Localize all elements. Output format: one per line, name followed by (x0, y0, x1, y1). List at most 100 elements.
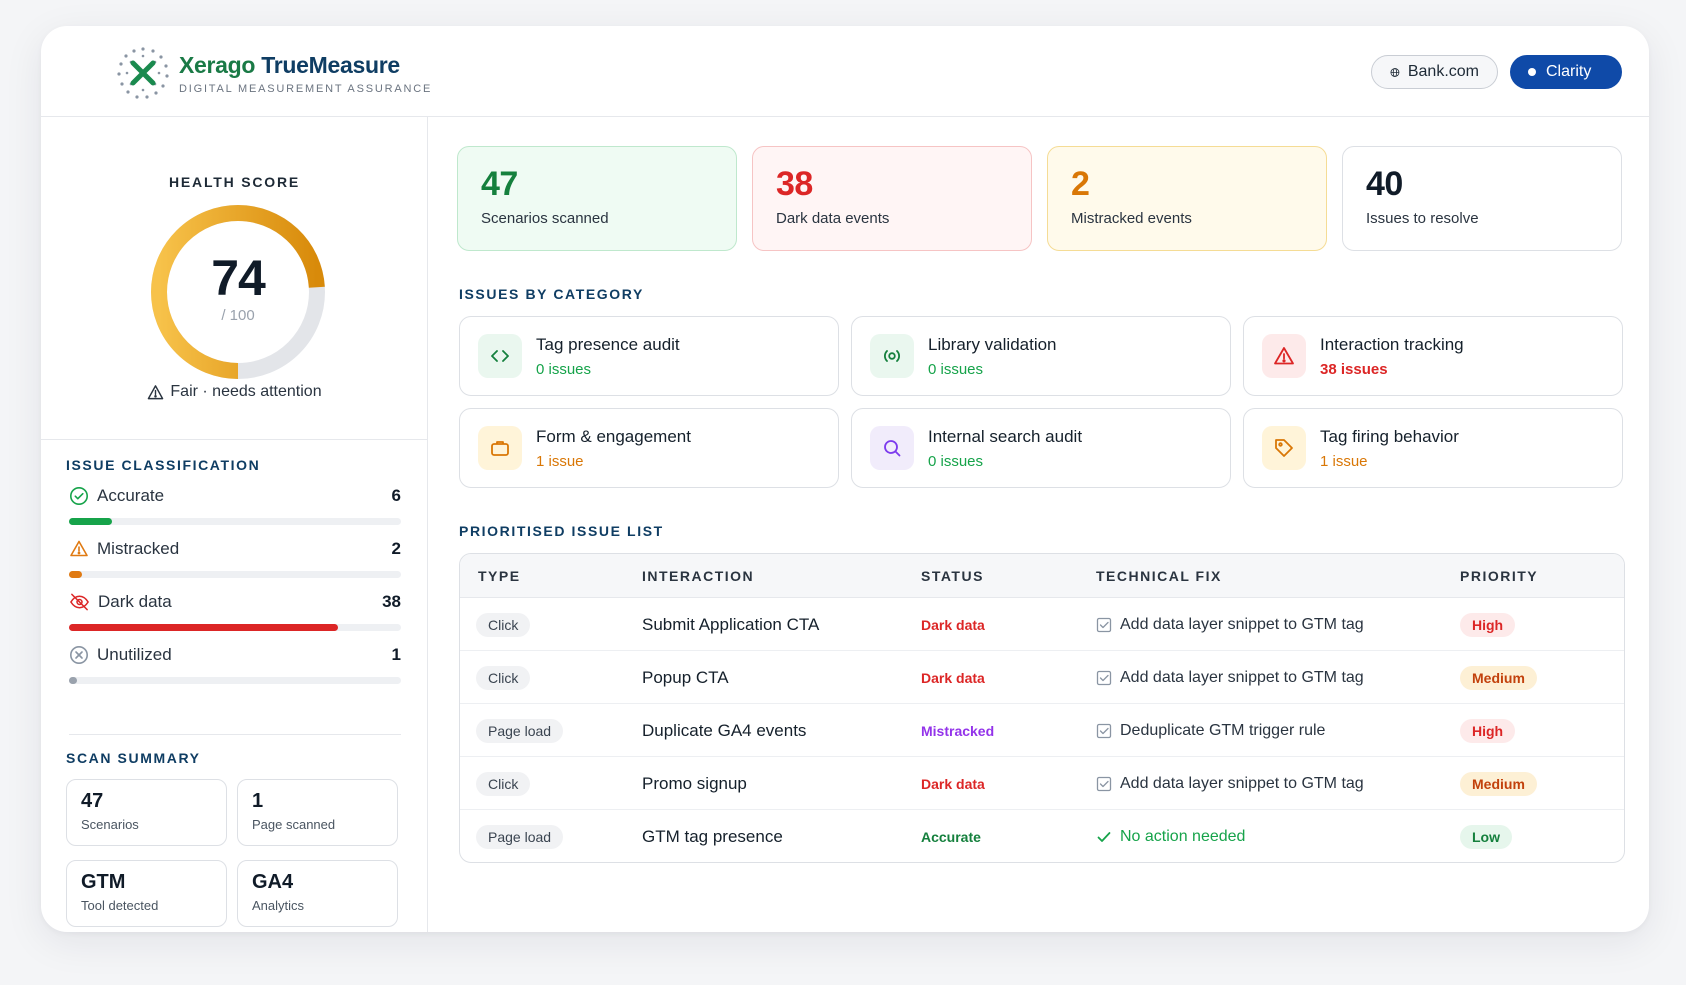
scan-summary-analytics: GA4 Analytics (237, 860, 398, 927)
interaction-name: GTM tag presence (642, 826, 783, 846)
classification-bar-fill (69, 677, 78, 684)
stat-value: 38 (776, 165, 813, 203)
category-name: Tag firing behavior (1320, 426, 1459, 446)
stat-value: 47 (481, 165, 518, 203)
stat-label: Dark data events (776, 210, 890, 227)
classification-count: 6 (391, 486, 401, 505)
health-score-denominator: / 100 (221, 307, 255, 324)
checkbox-icon (1096, 723, 1112, 738)
technical-fix-text: Add data layer snippet to GTM tag (1120, 668, 1364, 686)
column-header-type: TYPE (478, 568, 521, 584)
classification-bar-fill (69, 624, 338, 631)
brand-subtitle: DIGITAL MEASUREMENT ASSURANCE (179, 82, 433, 95)
health-status: Fair · needs attention (41, 383, 428, 401)
table-row[interactable]: Click Submit Application CTA Dark data Add … (460, 598, 1624, 651)
checkbox-icon (1096, 776, 1112, 791)
technical-fix-text: Deduplicate GTM trigger rule (1120, 721, 1326, 739)
interaction-name: Popup CTA (642, 667, 729, 687)
clarity-button[interactable]: Clarity (1510, 55, 1622, 89)
classification-count: 1 (391, 645, 401, 664)
site-button[interactable]: Bank.com (1371, 55, 1498, 89)
table-row[interactable]: Click Popup CTA Dark data Add data layer sn… (460, 651, 1624, 704)
technical-fix-text: Add data layer snippet to GTM tag (1120, 774, 1364, 792)
x-circle-icon (70, 646, 88, 664)
stat-label: Mistracked events (1071, 210, 1192, 227)
site-button-label: Bank.com (1407, 63, 1479, 80)
issue-table: TYPE INTERACTION STATUS TECHNICAL FIX PR… (459, 553, 1625, 863)
issues-by-category-title: ISSUES BY CATEGORY (459, 286, 644, 302)
type-badge: Click (476, 665, 531, 690)
check-circle-icon (70, 487, 88, 505)
health-score-value: 74 (211, 250, 266, 306)
table-row[interactable]: Page load Duplicate GA4 events Mistracked D… (460, 704, 1624, 757)
category-form-engagement[interactable]: Form & engagement 1 issue (459, 408, 839, 488)
type-badge: Click (476, 771, 531, 796)
column-header-technical-fix: TECHNICAL FIX (1096, 568, 1222, 584)
brand-name: Xerago TrueMeasure (179, 51, 400, 78)
stat-card-issues[interactable]: 40 Issues to resolve (1342, 146, 1622, 251)
classification-bar (69, 677, 401, 684)
warning-icon (70, 540, 88, 557)
table-row[interactable]: Click Promo signup Dark data Add data layer… (460, 757, 1624, 810)
priority-badge: High (1460, 718, 1516, 743)
category-name: Interaction tracking (1320, 334, 1464, 354)
category-tag-presence[interactable]: Tag presence audit 0 issues (459, 316, 839, 396)
stat-label: Issues to resolve (1366, 210, 1479, 227)
scan-summary-label: Scenarios (81, 817, 139, 832)
scan-summary-value: 47 (81, 790, 104, 812)
stat-value: 2 (1071, 165, 1090, 203)
header: Xerago TrueMeasure DIGITAL MEASUREMENT A… (41, 26, 1649, 117)
interaction-name: Duplicate GA4 events (642, 720, 807, 740)
status-dot-icon (1528, 68, 1536, 76)
logo[interactable]: Xerago TrueMeasure DIGITAL MEASUREMENT A… (115, 45, 432, 101)
scan-summary-value: GTM (81, 871, 126, 893)
app-card: Xerago TrueMeasure DIGITAL MEASUREMENT A… (41, 26, 1649, 932)
scan-summary-value: 1 (252, 790, 264, 812)
type-badge: Page load (476, 718, 564, 743)
column-header-status: STATUS (921, 568, 984, 584)
interaction-name: Promo signup (642, 773, 747, 793)
category-interaction-tracking[interactable]: Interaction tracking 38 issues (1243, 316, 1623, 396)
health-score-title: HEALTH SCORE (168, 174, 300, 190)
table-row[interactable]: Page load GTM tag presence Accurate No acti… (460, 810, 1624, 862)
category-library-validation[interactable]: Library validation 0 issues (851, 316, 1231, 396)
warning-icon (148, 384, 164, 399)
globe-icon (1390, 67, 1400, 77)
category-count: 38 issues (1320, 360, 1388, 378)
scan-summary-label: Tool detected (81, 898, 159, 913)
status-text: Dark data (921, 669, 985, 686)
checkbox-icon (1096, 670, 1112, 685)
category-name: Internal search audit (928, 426, 1083, 446)
classification-mistracked: Mistracked 2 (69, 538, 401, 578)
priority-badge: High (1460, 612, 1516, 637)
classification-label: Mistracked (97, 539, 180, 558)
status-text: Dark data (921, 616, 985, 633)
classification-bar (69, 518, 401, 525)
briefcase-icon (478, 426, 522, 470)
check-icon (1097, 831, 1111, 842)
stat-card-scenarios[interactable]: 47 Scenarios scanned (457, 146, 737, 251)
status-text: Accurate (921, 828, 981, 845)
classification-label: Unutilized (97, 645, 172, 664)
classification-accurate: Accurate 6 (69, 485, 401, 525)
stat-card-mistracked[interactable]: 2 Mistracked events (1047, 146, 1327, 251)
category-tag-firing[interactable]: Tag firing behavior 1 issue (1243, 408, 1623, 488)
table-header: TYPE INTERACTION STATUS TECHNICAL FIX PR… (460, 554, 1624, 598)
classification-bar-fill (69, 518, 113, 525)
classification-bar (69, 571, 401, 578)
priority-badge: Medium (1460, 665, 1537, 690)
priority-badge: Low (1460, 824, 1512, 849)
category-count: 0 issues (928, 360, 984, 378)
stat-value: 40 (1366, 165, 1403, 203)
type-badge: Page load (476, 824, 564, 849)
interaction-name: Submit Application CTA (642, 614, 820, 634)
warning-icon (1262, 334, 1306, 378)
technical-fix-text: No action needed (1120, 827, 1246, 845)
category-count: 1 issue (1320, 452, 1368, 470)
clarity-button-label: Clarity (1546, 63, 1592, 80)
category-internal-search[interactable]: Internal search audit 0 issues (851, 408, 1231, 488)
classification-unutilized: Unutilized 1 (69, 644, 401, 684)
priority-badge: Medium (1460, 771, 1537, 796)
stat-card-dark-data[interactable]: 38 Dark data events (752, 146, 1032, 251)
classification-count: 2 (391, 539, 401, 558)
